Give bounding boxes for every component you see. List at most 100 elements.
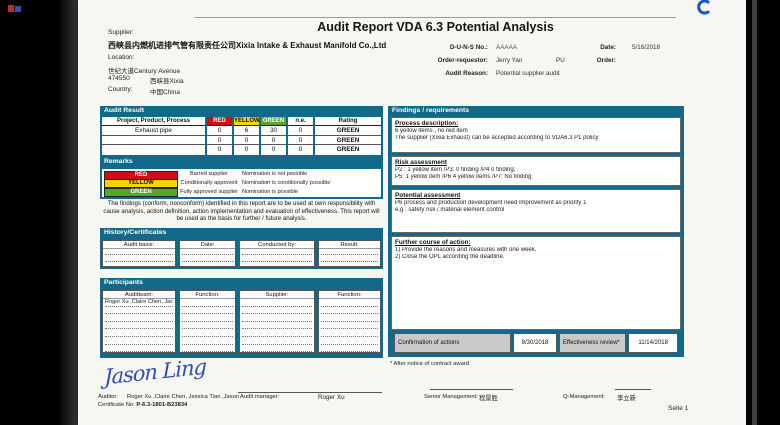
column-red: RED 0 0 0 xyxy=(207,117,232,155)
level-badge-green: GREEN xyxy=(104,188,178,197)
table-cell: 0 xyxy=(288,136,313,146)
participants-function2-box: Function: xyxy=(318,290,381,353)
corner-speck-icon xyxy=(15,6,21,12)
section-remarks: Remarks xyxy=(100,157,383,167)
column-header: Date: xyxy=(180,241,235,249)
rating-cell: GREEN xyxy=(315,136,381,146)
auditor-names: Roger Xu ,Claire Chen, Jessica Tian ,Jas… xyxy=(127,394,239,400)
column-header: Result: xyxy=(319,241,380,249)
level-badge-yellow: YELLOW xyxy=(104,179,178,188)
date-value: 5/16/2018 xyxy=(632,44,660,51)
order-requestor-value: Jerry Yan xyxy=(496,57,522,64)
table-row: GREEN Fully approved supplier Nomination… xyxy=(103,188,380,197)
table-cell: 30 xyxy=(261,126,286,136)
audit-result-table: Project, Product, Process Exhaust pipe R… xyxy=(100,115,383,157)
order-requestor-label: Order-requestor: xyxy=(402,57,488,64)
table-row: YELLOW Conditionally approved Nomination… xyxy=(103,179,380,188)
date-label: Date: xyxy=(530,44,616,51)
status-text: Fully approved supplier xyxy=(179,188,239,198)
city: 西峡县Xixia xyxy=(150,75,184,85)
risk-assessment-box: Risk assessment P2 : 1 yellow item /P3: … xyxy=(391,156,681,186)
participants-supplier-box: Supplier: xyxy=(239,290,315,353)
further-action-box: Further course of action: 1) Provide the… xyxy=(391,236,681,330)
handwritten-signature: Jason Ling xyxy=(104,355,206,390)
confirmation-row: Confirmation of actions 8/30/2018 Effect… xyxy=(391,333,681,353)
column-header: Function: xyxy=(319,291,380,299)
box-heading: Risk assessment xyxy=(392,157,680,167)
box-heading: Potential assessment xyxy=(392,190,680,200)
box-heading: Further course of action: xyxy=(392,237,680,247)
table-cell: 0 xyxy=(234,145,259,155)
document-page: Audit Report VDA 6.3 Potential Analysis … xyxy=(78,0,746,425)
participants-function-box: Function: xyxy=(179,290,236,353)
box-line: 2) Close the OPL according the deadline. xyxy=(392,254,680,261)
remarks-table: RED Barred supplier Nomination is not po… xyxy=(100,167,383,199)
rating-cell: GREEN xyxy=(315,126,381,136)
table-cell: 0 xyxy=(261,145,286,155)
table-cell: 0 xyxy=(207,136,232,146)
q-management-label: Q-Management: xyxy=(563,394,605,400)
table-cell: 0 xyxy=(288,126,313,136)
column-header-green: GREEN xyxy=(261,117,286,126)
table-cell xyxy=(102,136,205,146)
q-management-name: 李立新 xyxy=(617,393,636,402)
history-conducted-box: Conducted by: xyxy=(239,240,315,267)
column-rating: Rating GREEN GREEN GREEN xyxy=(315,117,381,155)
column-header-red: RED xyxy=(207,117,232,126)
supplier-name: 西峡县内燃机进排气管有限责任公司Xixia Intake & Exhaust M… xyxy=(108,40,386,51)
column-yellow: YELLOW 6 0 0 xyxy=(234,117,259,155)
history-date-box: Date: xyxy=(179,240,236,267)
box-heading: Process description: xyxy=(392,118,680,128)
order-label: Order: xyxy=(530,57,616,64)
table-cell: 6 xyxy=(234,126,259,136)
table-row: RED Barred supplier Nomination is not po… xyxy=(103,170,380,179)
column-green: GREEN 30 0 0 xyxy=(261,117,286,155)
location-label: Location: xyxy=(108,54,134,61)
history-table: Audit basis: Date: Conducted by: Result: xyxy=(100,238,383,269)
page-number: Seite 1 xyxy=(668,405,688,412)
auditor-label: Auditor: xyxy=(98,394,118,400)
postal-code: 474550 xyxy=(108,75,130,82)
contract-award-footnote: * After notice of contract award xyxy=(390,361,469,367)
column-header: Project, Product, Process xyxy=(102,117,205,126)
scan-right-shadow xyxy=(752,0,757,425)
country-value: 中国China xyxy=(150,86,180,96)
column-process: Project, Product, Process Exhaust pipe xyxy=(102,117,205,155)
table-cell: 0 xyxy=(234,136,259,146)
history-result-box: Result: xyxy=(318,240,381,267)
certificate-number: P-6.3-1801-B23834 xyxy=(136,402,187,408)
column-header: Auditteam: xyxy=(103,291,175,299)
signature-line xyxy=(430,389,513,390)
section-history: History/Certificates xyxy=(100,228,383,238)
column-header: Rating xyxy=(315,117,381,126)
audit-reason-label: Audit Reason: xyxy=(402,70,488,77)
certificate-row: Certificate No: P-6.3-1801-B23834 xyxy=(98,402,187,408)
page-title: Audit Report VDA 6.3 Potential Analysis xyxy=(195,20,676,34)
confirmation-date: 8/30/2018 xyxy=(513,333,557,353)
column-header: n.e. xyxy=(288,117,313,126)
address-line: 世纪大道Century Avenue xyxy=(108,65,180,75)
audit-reason-value: Potential supplier audit xyxy=(496,70,560,77)
box-line: P2 : 1 yellow item /P3: 0 finding /P4 0 … xyxy=(392,167,680,174)
auditteam-entry: Roger Xu ,Claire Chen, Jacob xyxy=(105,299,173,307)
history-audit-basis-box: Audit basis: xyxy=(102,240,176,267)
table-cell: 0 xyxy=(288,145,313,155)
signature-line xyxy=(238,392,382,393)
rating-cell: GREEN xyxy=(315,145,381,155)
box-line: The supplier (Xixia Exhaust) can be acce… xyxy=(392,135,680,142)
column-header: Conducted by: xyxy=(240,241,314,249)
table-cell xyxy=(102,145,205,155)
table-cell: 0 xyxy=(261,136,286,146)
confirmation-label: Confirmation of actions xyxy=(394,333,511,353)
audit-manager-name: Roger Xu xyxy=(318,394,345,401)
description-text: Nomination is possible xyxy=(239,188,380,198)
column-header-yellow: YELLOW xyxy=(234,117,259,126)
column-header: Function: xyxy=(180,291,235,299)
country-label: Country: xyxy=(108,86,133,93)
box-line: e.g : safety risk / material element con… xyxy=(392,207,680,214)
table-cell: 0 xyxy=(207,145,232,155)
box-line: P6 process and production development ne… xyxy=(392,200,680,207)
column-ne: n.e. 0 0 0 xyxy=(288,117,313,155)
box-line: 6 yellow items , no red item xyxy=(392,128,680,135)
senior-management-label: Senior Management: xyxy=(424,394,478,400)
